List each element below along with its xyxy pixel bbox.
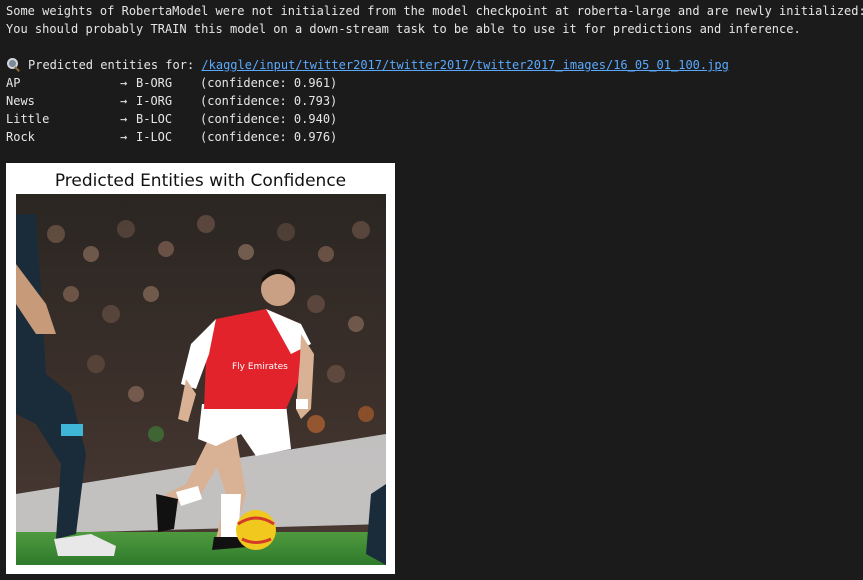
entity-tag: I-ORG: [136, 94, 173, 108]
entity-row: AP → B-ORG (confidence: 0.961): [6, 74, 863, 92]
entity-token: Little: [6, 112, 50, 126]
entity-tag: I-LOC: [136, 130, 173, 144]
entity-token: News: [6, 94, 35, 108]
entity-arrow: →: [120, 130, 128, 144]
entity-confidence: (confidence: 0.961): [200, 76, 338, 90]
magnifying-glass-icon: [6, 57, 20, 72]
entity-arrow: →: [120, 112, 128, 126]
football-photo: Fly Emirates: [16, 194, 386, 565]
entity-arrow: →: [120, 94, 128, 108]
entity-confidence: (confidence: 0.940): [200, 112, 338, 126]
entity-token: AP: [6, 76, 21, 90]
entity-token: Rock: [6, 130, 35, 144]
entity-arrow: →: [120, 76, 128, 90]
predicted-label: Predicted entities for:: [28, 58, 202, 72]
warning-line-2: You should probably TRAIN this model on …: [6, 22, 801, 36]
entity-tag: B-LOC: [136, 112, 173, 126]
warning-line-1: Some weights of RobertaModel were not in…: [6, 4, 863, 18]
entity-confidence: (confidence: 0.793): [200, 94, 338, 108]
entity-row: Rock → I-LOC (confidence: 0.976): [6, 128, 863, 146]
predicted-entities-line: Predicted entities for: /kaggle/input/tw…: [6, 56, 863, 74]
image-path-link[interactable]: /kaggle/input/twitter2017/twitter2017/tw…: [201, 58, 728, 72]
entity-row: News → I-ORG (confidence: 0.793): [6, 92, 863, 110]
entity-row: Little → B-LOC (confidence: 0.940): [6, 110, 863, 128]
shirt-sponsor-text: Fly Emirates: [232, 362, 288, 372]
entity-confidence: (confidence: 0.976): [200, 130, 338, 144]
output-figure: Predicted Entities with Confidence Fly E…: [6, 163, 395, 574]
console-output: Some weights of RobertaModel were not in…: [6, 2, 863, 146]
entity-tag: B-ORG: [136, 76, 173, 90]
figure-title: Predicted Entities with Confidence: [54, 171, 347, 191]
